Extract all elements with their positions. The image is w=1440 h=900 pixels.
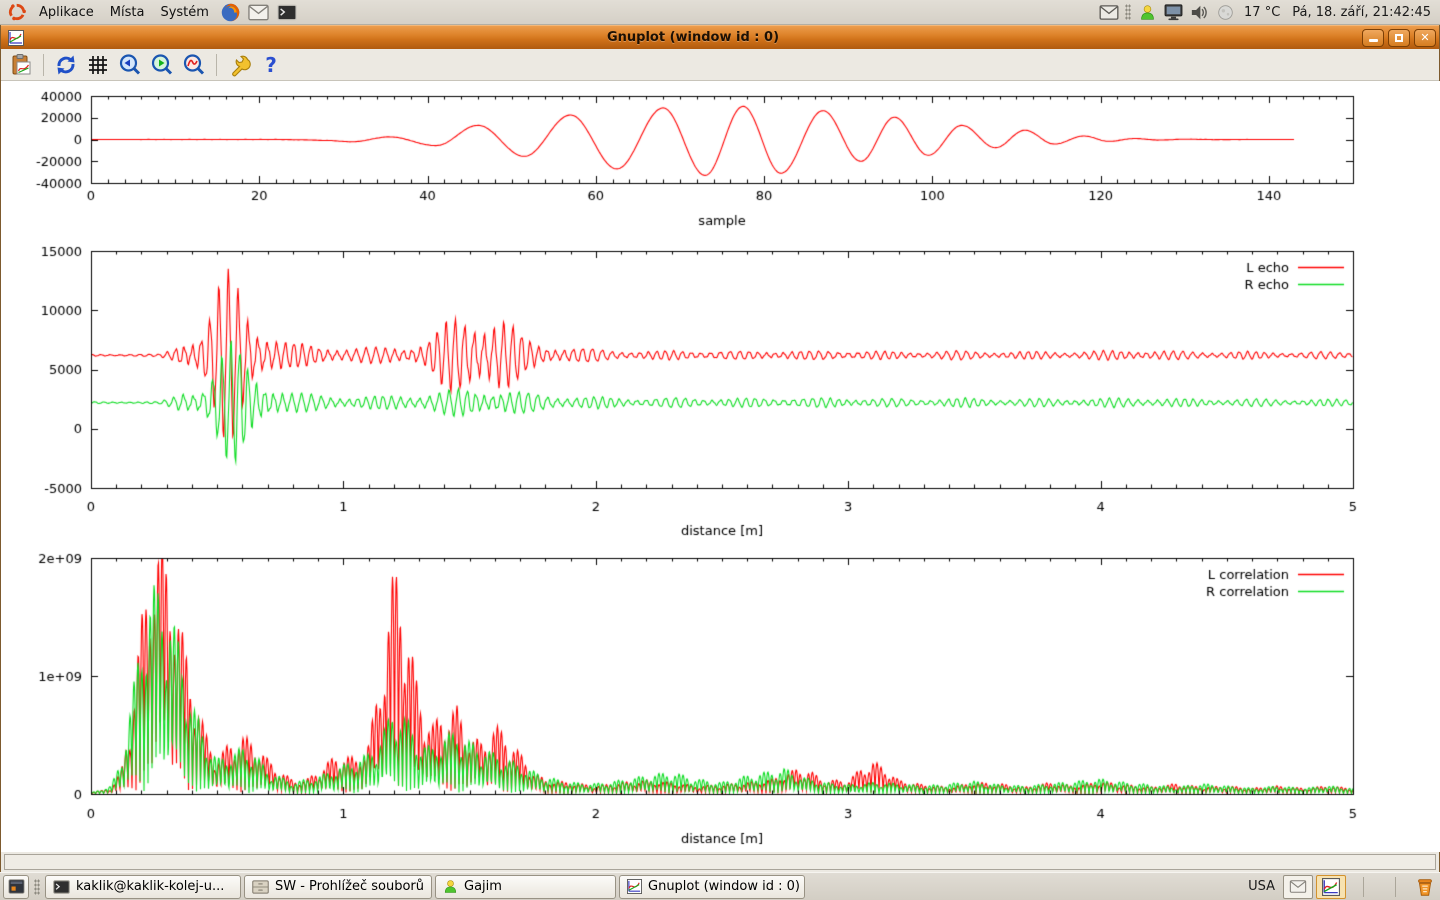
- email-launcher-icon[interactable]: [246, 0, 272, 24]
- task-file-manager[interactable]: SW - Prohlížeč souborů: [244, 875, 432, 899]
- grid-button[interactable]: [84, 52, 112, 78]
- temperature-indicator[interactable]: 17 °C: [1239, 5, 1285, 20]
- mail-tray-icon[interactable]: [1097, 0, 1121, 24]
- minimize-icon: [1369, 39, 1378, 42]
- clock[interactable]: Pá, 18. září, 21:42:45: [1287, 5, 1436, 20]
- copy-to-clipboard-button[interactable]: [7, 52, 35, 78]
- gnuplot-window: Gnuplot (window id : 0) ✕: [0, 25, 1440, 872]
- refresh-icon: [54, 53, 78, 77]
- refresh-button[interactable]: [52, 52, 80, 78]
- gnome-top-panel: Aplikace Místa Systém: [0, 0, 1440, 25]
- menu-applications-label: Aplikace: [39, 5, 94, 20]
- taskbar-separator: [1395, 877, 1396, 897]
- volume-tray-icon[interactable]: [1187, 0, 1211, 24]
- maximize-button[interactable]: [1388, 29, 1410, 47]
- zoom-previous-icon: [118, 53, 142, 77]
- plot-surface: [1, 81, 1439, 852]
- svg-text:?: ?: [265, 53, 277, 77]
- titlebar[interactable]: Gnuplot (window id : 0) ✕: [1, 25, 1439, 49]
- autoscale-button[interactable]: [180, 52, 208, 78]
- task-gajim-label: Gajim: [464, 879, 502, 894]
- task-gajim[interactable]: Gajim: [435, 875, 616, 899]
- zoom-next-button[interactable]: [148, 52, 176, 78]
- help-icon: ?: [259, 53, 283, 77]
- gnuplot-icon: [627, 879, 642, 894]
- gnuplot-window-icon: [8, 30, 24, 46]
- firefox-launcher-icon[interactable]: [218, 0, 244, 24]
- gajim-tray-icon[interactable]: [1135, 0, 1159, 24]
- zoom-previous-button[interactable]: [116, 52, 144, 78]
- menu-places-label: Místa: [110, 5, 145, 20]
- autoscale-icon: [182, 53, 206, 77]
- close-icon: ✕: [1420, 32, 1429, 43]
- terminal-icon: [53, 880, 70, 894]
- grid-icon: [86, 53, 110, 77]
- file-manager-icon: [252, 880, 269, 894]
- task-gnuplot-label: Gnuplot (window id : 0): [648, 879, 800, 894]
- display-tray-icon[interactable]: [1161, 0, 1185, 24]
- close-button[interactable]: ✕: [1414, 29, 1436, 47]
- mail-tray-button[interactable]: [1283, 875, 1313, 899]
- taskbar-grip-handle[interactable]: [34, 879, 40, 895]
- gnuplot-canvas[interactable]: [1, 81, 1440, 852]
- configure-button[interactable]: [225, 52, 253, 78]
- terminal-launcher-icon[interactable]: [274, 0, 300, 24]
- minimize-button[interactable]: [1362, 29, 1384, 47]
- ubuntu-menu-icon[interactable]: [4, 0, 30, 24]
- gajim-icon: [443, 879, 458, 894]
- taskbar: kaklik@kaklik-kolej-u... SW - Prohlížeč …: [0, 872, 1440, 900]
- window-title: Gnuplot (window id : 0): [28, 30, 1358, 45]
- trash-icon[interactable]: [1413, 875, 1437, 899]
- task-terminal-label: kaklik@kaklik-kolej-u...: [76, 879, 224, 894]
- window-statusbar: [1, 852, 1439, 872]
- ubuntu-logo-icon: [7, 2, 27, 22]
- tray-grip-handle[interactable]: [1125, 4, 1131, 20]
- toolbar: ?: [1, 49, 1439, 81]
- clipboard-icon: [9, 53, 33, 77]
- menu-applications[interactable]: Aplikace: [32, 0, 101, 24]
- task-gnuplot[interactable]: Gnuplot (window id : 0): [619, 875, 805, 899]
- weather-tray-icon[interactable]: [1213, 0, 1237, 24]
- taskbar-separator: [1363, 877, 1364, 897]
- zoom-next-icon: [150, 53, 174, 77]
- keyboard-layout-indicator[interactable]: USA: [1243, 879, 1280, 894]
- mail-tray-icon: [1289, 880, 1307, 893]
- menu-places[interactable]: Místa: [103, 0, 152, 24]
- menu-system-label: Systém: [160, 5, 208, 20]
- maximize-icon: [1395, 34, 1403, 42]
- task-file-manager-label: SW - Prohlížeč souborů: [275, 879, 424, 894]
- gnuplot-tray-button[interactable]: [1316, 875, 1346, 899]
- gnuplot-tray-icon: [1322, 878, 1340, 896]
- toolbar-separator: [43, 54, 44, 76]
- menu-system[interactable]: Systém: [153, 0, 215, 24]
- help-button[interactable]: ?: [257, 52, 285, 78]
- toolbar-separator: [216, 54, 217, 76]
- show-desktop-button[interactable]: [3, 875, 29, 899]
- statusbar-field: [4, 854, 1436, 870]
- wrench-icon: [227, 53, 251, 77]
- task-terminal[interactable]: kaklik@kaklik-kolej-u...: [45, 875, 241, 899]
